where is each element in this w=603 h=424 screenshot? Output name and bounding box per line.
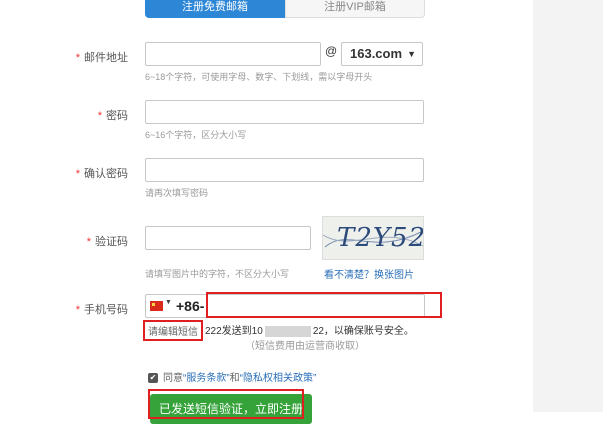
highlight-box-phone [206, 292, 442, 318]
agree-checkbox[interactable]: ✔ [148, 373, 158, 384]
highlight-box-submit [148, 389, 304, 419]
sms-instruction: 222发送到10 22，以确保账号安全。 [205, 322, 414, 337]
phone-label-text: 手机号码 [84, 304, 128, 316]
email-input[interactable] [145, 42, 321, 66]
captcha-label-text: 验证码 [95, 236, 128, 248]
required-marker: * [75, 168, 80, 180]
email-label-text: 邮件地址 [84, 52, 128, 64]
password-label-text: 密码 [106, 110, 128, 122]
at-sign: @ [325, 44, 338, 58]
password-input[interactable] [145, 100, 424, 124]
phone-label: * 手机号码 [76, 301, 128, 317]
captcha-image[interactable]: T2Y52 [322, 216, 424, 260]
agreement-row: ✔ 同意“服务条款”和“隐私权相关政策” [148, 369, 316, 384]
tab-vip-mail[interactable]: 注册VIP邮箱 [285, 0, 425, 18]
captcha-hint: 请填写图片中的字符，不区分大小写 [145, 269, 290, 279]
password-label: * 密码 [98, 107, 128, 123]
required-marker: * [97, 110, 102, 122]
agreement-prefix: 同意 [163, 373, 183, 384]
china-flag-icon[interactable] [150, 301, 163, 311]
required-marker: * [75, 304, 80, 316]
email-hint: 6~18个字符，可使用字母、数字、下划线，需以字母开头 [145, 72, 373, 82]
refresh-captcha-link[interactable]: 看不清楚？换张图片 [324, 266, 414, 281]
sms-instruction-part1: 222发送到10 [205, 326, 263, 337]
chevron-down-icon: ▼ [407, 49, 416, 59]
chevron-down-icon[interactable]: ▼ [165, 299, 172, 306]
sms-instruction-part2: 22，以确保账号安全。 [312, 326, 414, 337]
confirm-password-label-text: 确认密码 [84, 168, 128, 180]
confirm-password-label: * 确认密码 [76, 165, 128, 181]
captcha-input[interactable] [145, 226, 311, 250]
terms-link[interactable]: “服务条款” [183, 373, 230, 384]
tab-free-mail[interactable]: 注册免费邮箱 [145, 0, 285, 18]
email-domain-value: 163.com [350, 46, 403, 61]
country-code: +86- [176, 298, 205, 314]
confirm-password-hint: 请再次填写密码 [145, 188, 209, 198]
password-hint: 6~16个字符，区分大小写 [145, 130, 247, 140]
confirm-password-input[interactable] [145, 158, 424, 182]
privacy-link[interactable]: “隐私权相关政策” [240, 373, 317, 384]
email-label: * 邮件地址 [76, 49, 128, 65]
agreement-and: 和 [229, 373, 240, 384]
captcha-label: * 验证码 [87, 233, 128, 249]
masked-number [264, 325, 311, 337]
sms-fee-note: （短信费用由运营商收取） [245, 341, 365, 352]
captcha-image-text: T2Y52 [337, 223, 424, 253]
email-domain-select[interactable]: 163.com ▼ [341, 42, 423, 66]
required-marker: * [75, 52, 80, 64]
right-panel-background [533, 0, 603, 412]
edit-sms-button[interactable]: 请编辑短信 [143, 320, 203, 341]
required-marker: * [86, 236, 91, 248]
